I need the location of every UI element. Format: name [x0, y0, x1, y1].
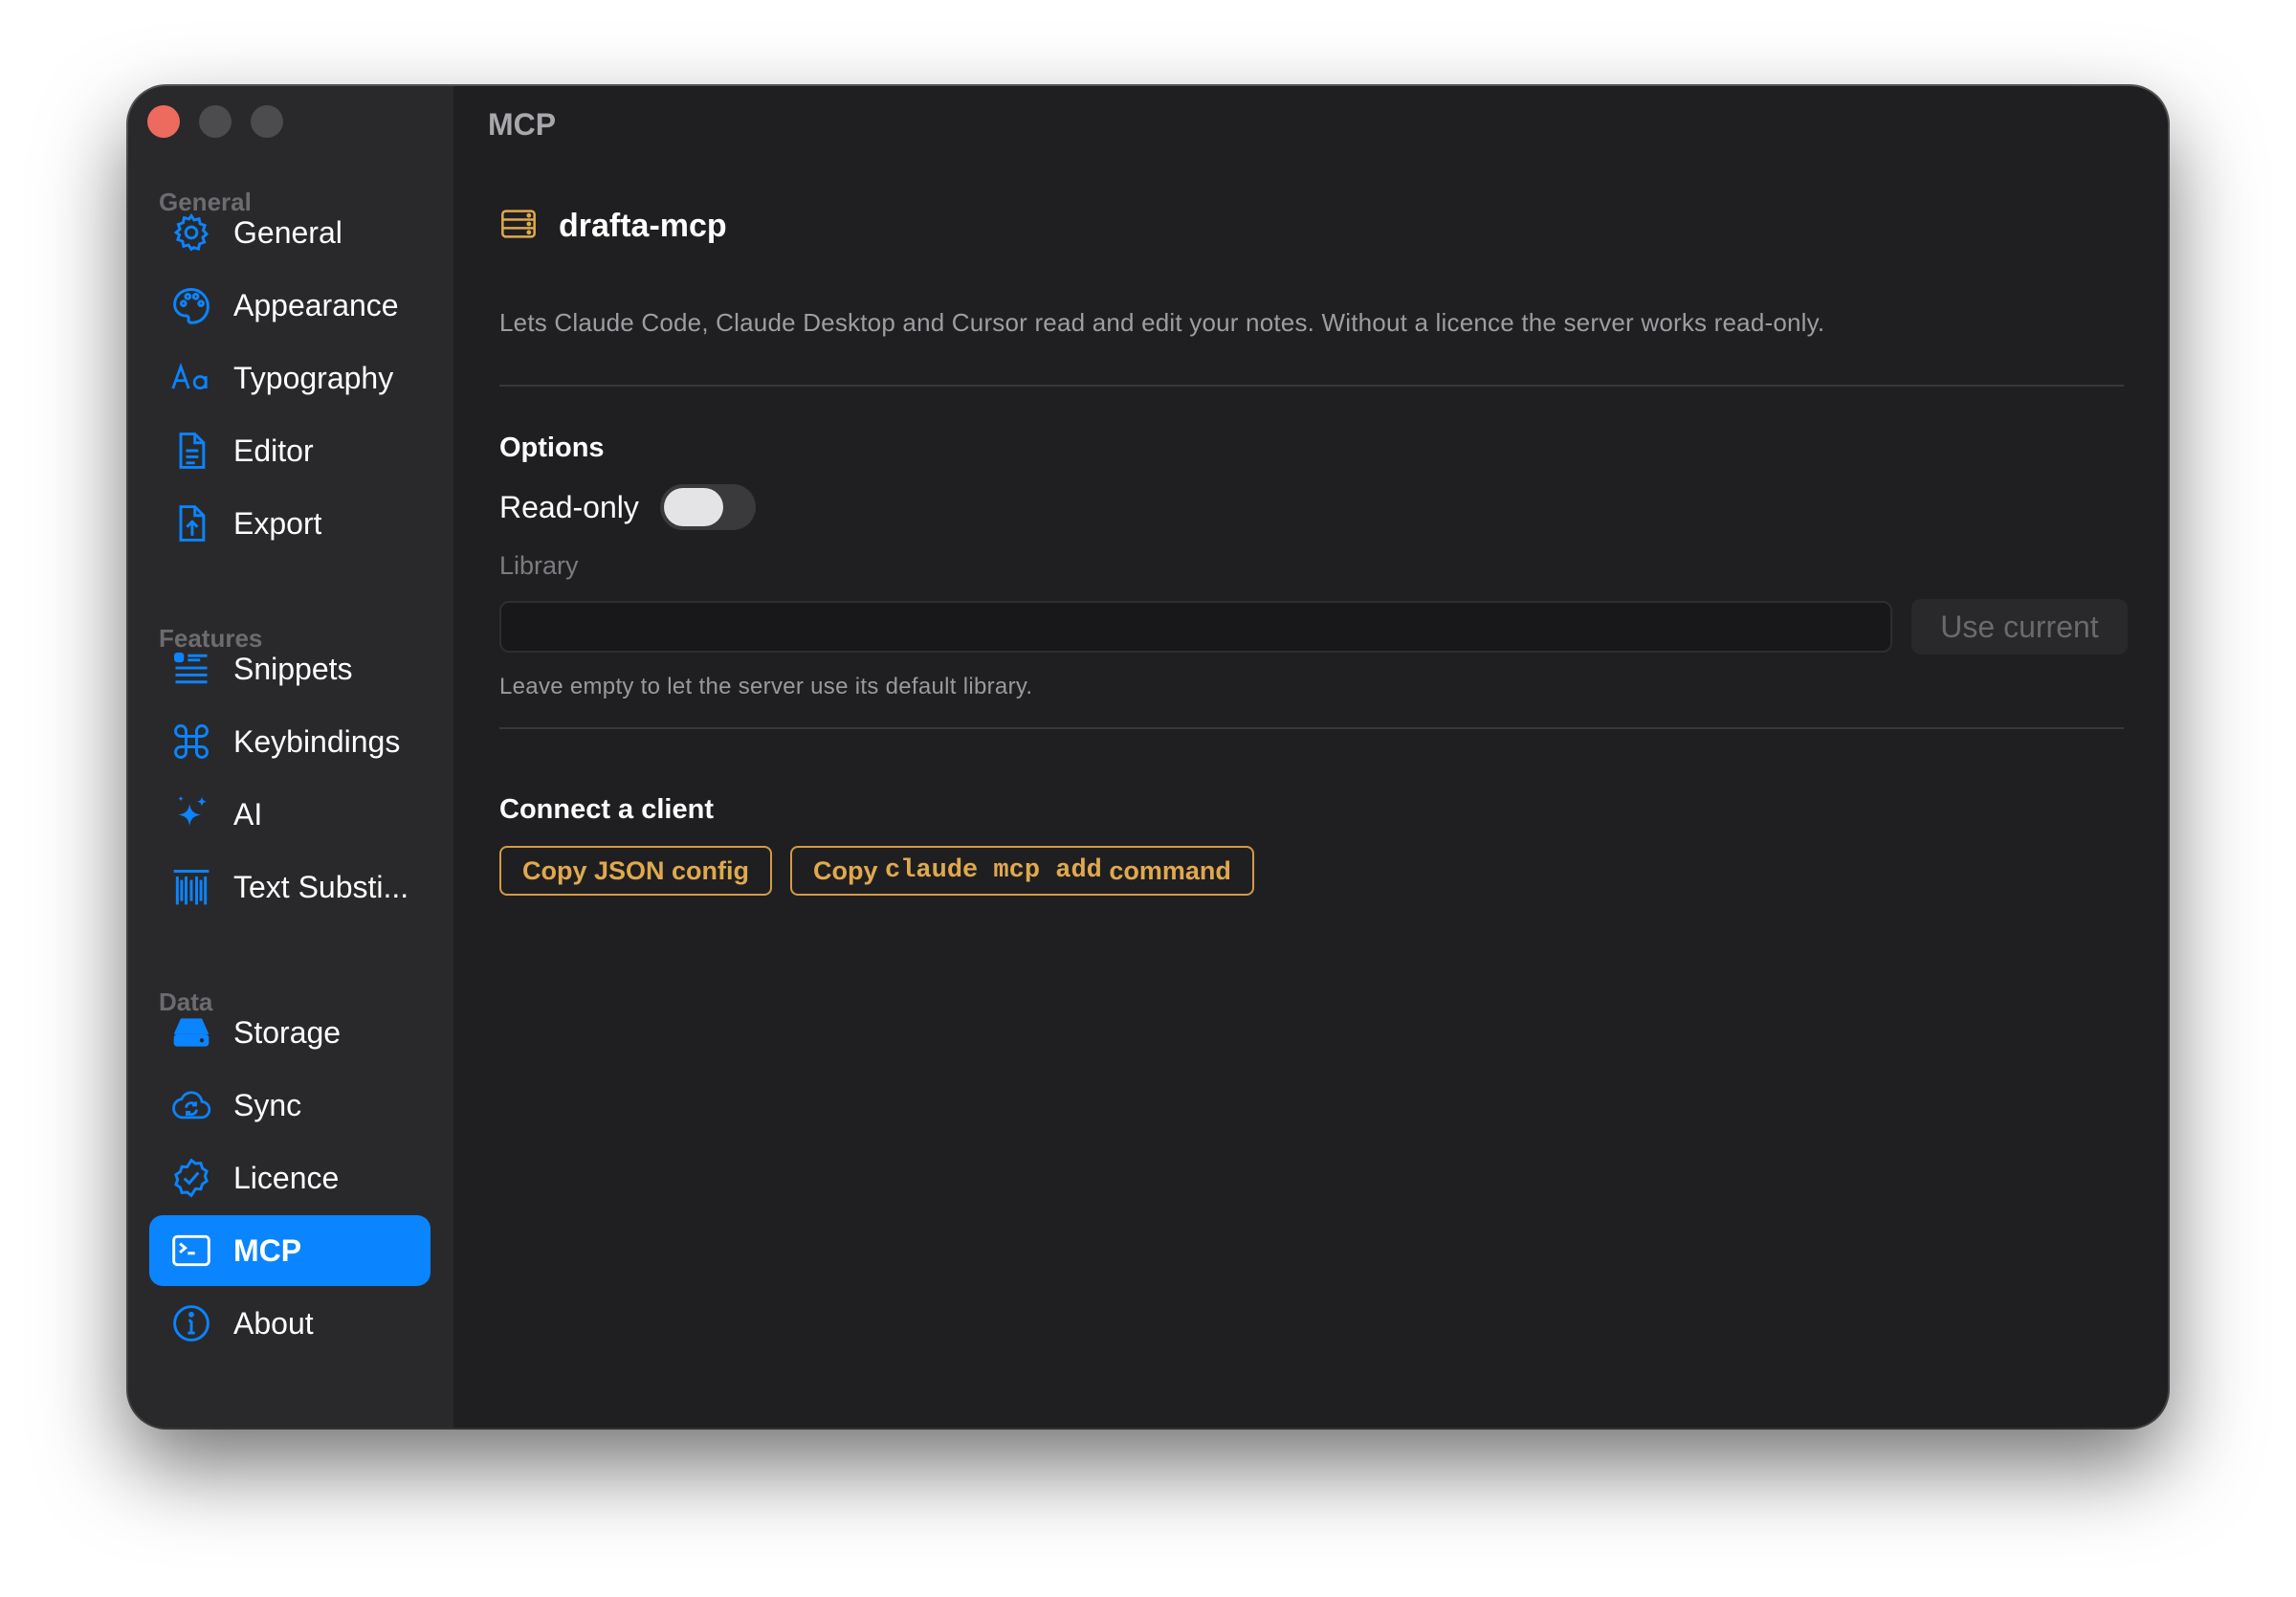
server-header: drafta-mcp — [499, 205, 727, 248]
sidebar-item-label: General — [233, 214, 342, 250]
sidebar-item-about[interactable]: About — [149, 1288, 430, 1359]
cloud-sync-icon — [168, 1082, 214, 1128]
palette-icon — [168, 282, 214, 328]
sidebar-item-label: Keybindings — [233, 723, 401, 759]
sidebar-item-ai[interactable]: AI — [149, 779, 430, 850]
snippets-list-icon — [168, 646, 214, 692]
sidebar-item-label: MCP — [233, 1232, 302, 1268]
sidebar-item-label: Snippets — [233, 651, 353, 686]
copy-mcp-add-command-button[interactable]: Copy claude mcp add command — [790, 846, 1254, 896]
sidebar-item-label: Appearance — [233, 287, 399, 322]
sidebar-item-editor[interactable]: Editor — [149, 415, 430, 486]
sidebar-item-mcp[interactable]: MCP — [149, 1215, 430, 1286]
server-name: drafta-mcp — [559, 208, 727, 244]
info-icon — [168, 1300, 214, 1346]
sidebar-item-typography[interactable]: Typography — [149, 343, 430, 413]
copy-json-config-button[interactable]: Copy JSON config — [499, 846, 773, 896]
read-only-label: Read-only — [499, 489, 639, 524]
drive-icon — [168, 1009, 214, 1055]
copy-cmd-suffix: command — [1101, 855, 1231, 885]
sidebar-item-label: Export — [233, 505, 322, 541]
text-aa-icon — [168, 355, 214, 401]
connect-heading: Connect a client — [499, 794, 714, 825]
sidebar-item-snippets[interactable]: Snippets — [149, 633, 430, 704]
minimize-window-button[interactable] — [199, 105, 232, 138]
sidebar-item-label: Text Substi... — [233, 869, 409, 904]
divider — [499, 385, 2124, 387]
content-pane: MCP drafta-mcp Lets Claude Code, Claude … — [453, 86, 2168, 1428]
sidebar-item-licence[interactable]: Licence — [149, 1142, 430, 1213]
sidebar-item-export[interactable]: Export — [149, 488, 430, 559]
sidebar-item-keybindings[interactable]: Keybindings — [149, 706, 430, 777]
sidebar-item-label: About — [233, 1305, 314, 1341]
read-only-toggle[interactable] — [659, 484, 756, 530]
checkmark-seal-icon — [168, 1155, 214, 1201]
sidebar-item-general[interactable]: General — [149, 197, 430, 268]
sidebar-item-sync[interactable]: Sync — [149, 1070, 430, 1141]
server-description: Lets Claude Code, Claude Desktop and Cur… — [499, 308, 1825, 337]
sidebar-item-text-substitutions[interactable]: Text Substi... — [149, 852, 430, 922]
library-label: Library — [499, 551, 579, 580]
settings-window: General General Appearance Typography Ed… — [128, 86, 2168, 1428]
text-cursor-icon — [168, 864, 214, 910]
server-rack-icon — [499, 205, 559, 248]
terminal-icon — [168, 1228, 214, 1274]
sidebar-item-label: Sync — [233, 1087, 302, 1122]
divider — [499, 727, 2124, 729]
sidebar-item-label: Editor — [233, 433, 314, 468]
sidebar-item-label: Licence — [233, 1160, 340, 1195]
window-controls — [147, 105, 283, 138]
copy-cmd-code: claude mcp add — [885, 856, 1102, 885]
sidebar-item-storage[interactable]: Storage — [149, 997, 430, 1068]
copy-cmd-prefix: Copy — [813, 855, 886, 885]
sparkle-icon — [168, 791, 214, 837]
library-hint: Leave empty to let the server use its de… — [499, 674, 1033, 699]
sidebar-item-appearance[interactable]: Appearance — [149, 270, 430, 341]
options-heading: Options — [499, 433, 605, 463]
sidebar-item-label: Typography — [233, 360, 394, 395]
gear-icon — [168, 210, 214, 255]
document-icon — [168, 428, 214, 474]
zoom-window-button[interactable] — [251, 105, 283, 138]
close-window-button[interactable] — [147, 105, 180, 138]
sidebar-item-label: Storage — [233, 1014, 342, 1050]
sidebar: General General Appearance Typography Ed… — [128, 86, 453, 1428]
page-title: MCP — [488, 107, 557, 142]
command-key-icon — [168, 719, 214, 765]
library-input[interactable] — [499, 601, 1892, 653]
document-export-icon — [168, 500, 214, 546]
sidebar-item-label: AI — [233, 796, 263, 832]
toggle-knob — [663, 488, 723, 526]
use-current-button[interactable]: Use current — [1911, 599, 2128, 654]
read-only-row: Read-only — [499, 484, 756, 530]
